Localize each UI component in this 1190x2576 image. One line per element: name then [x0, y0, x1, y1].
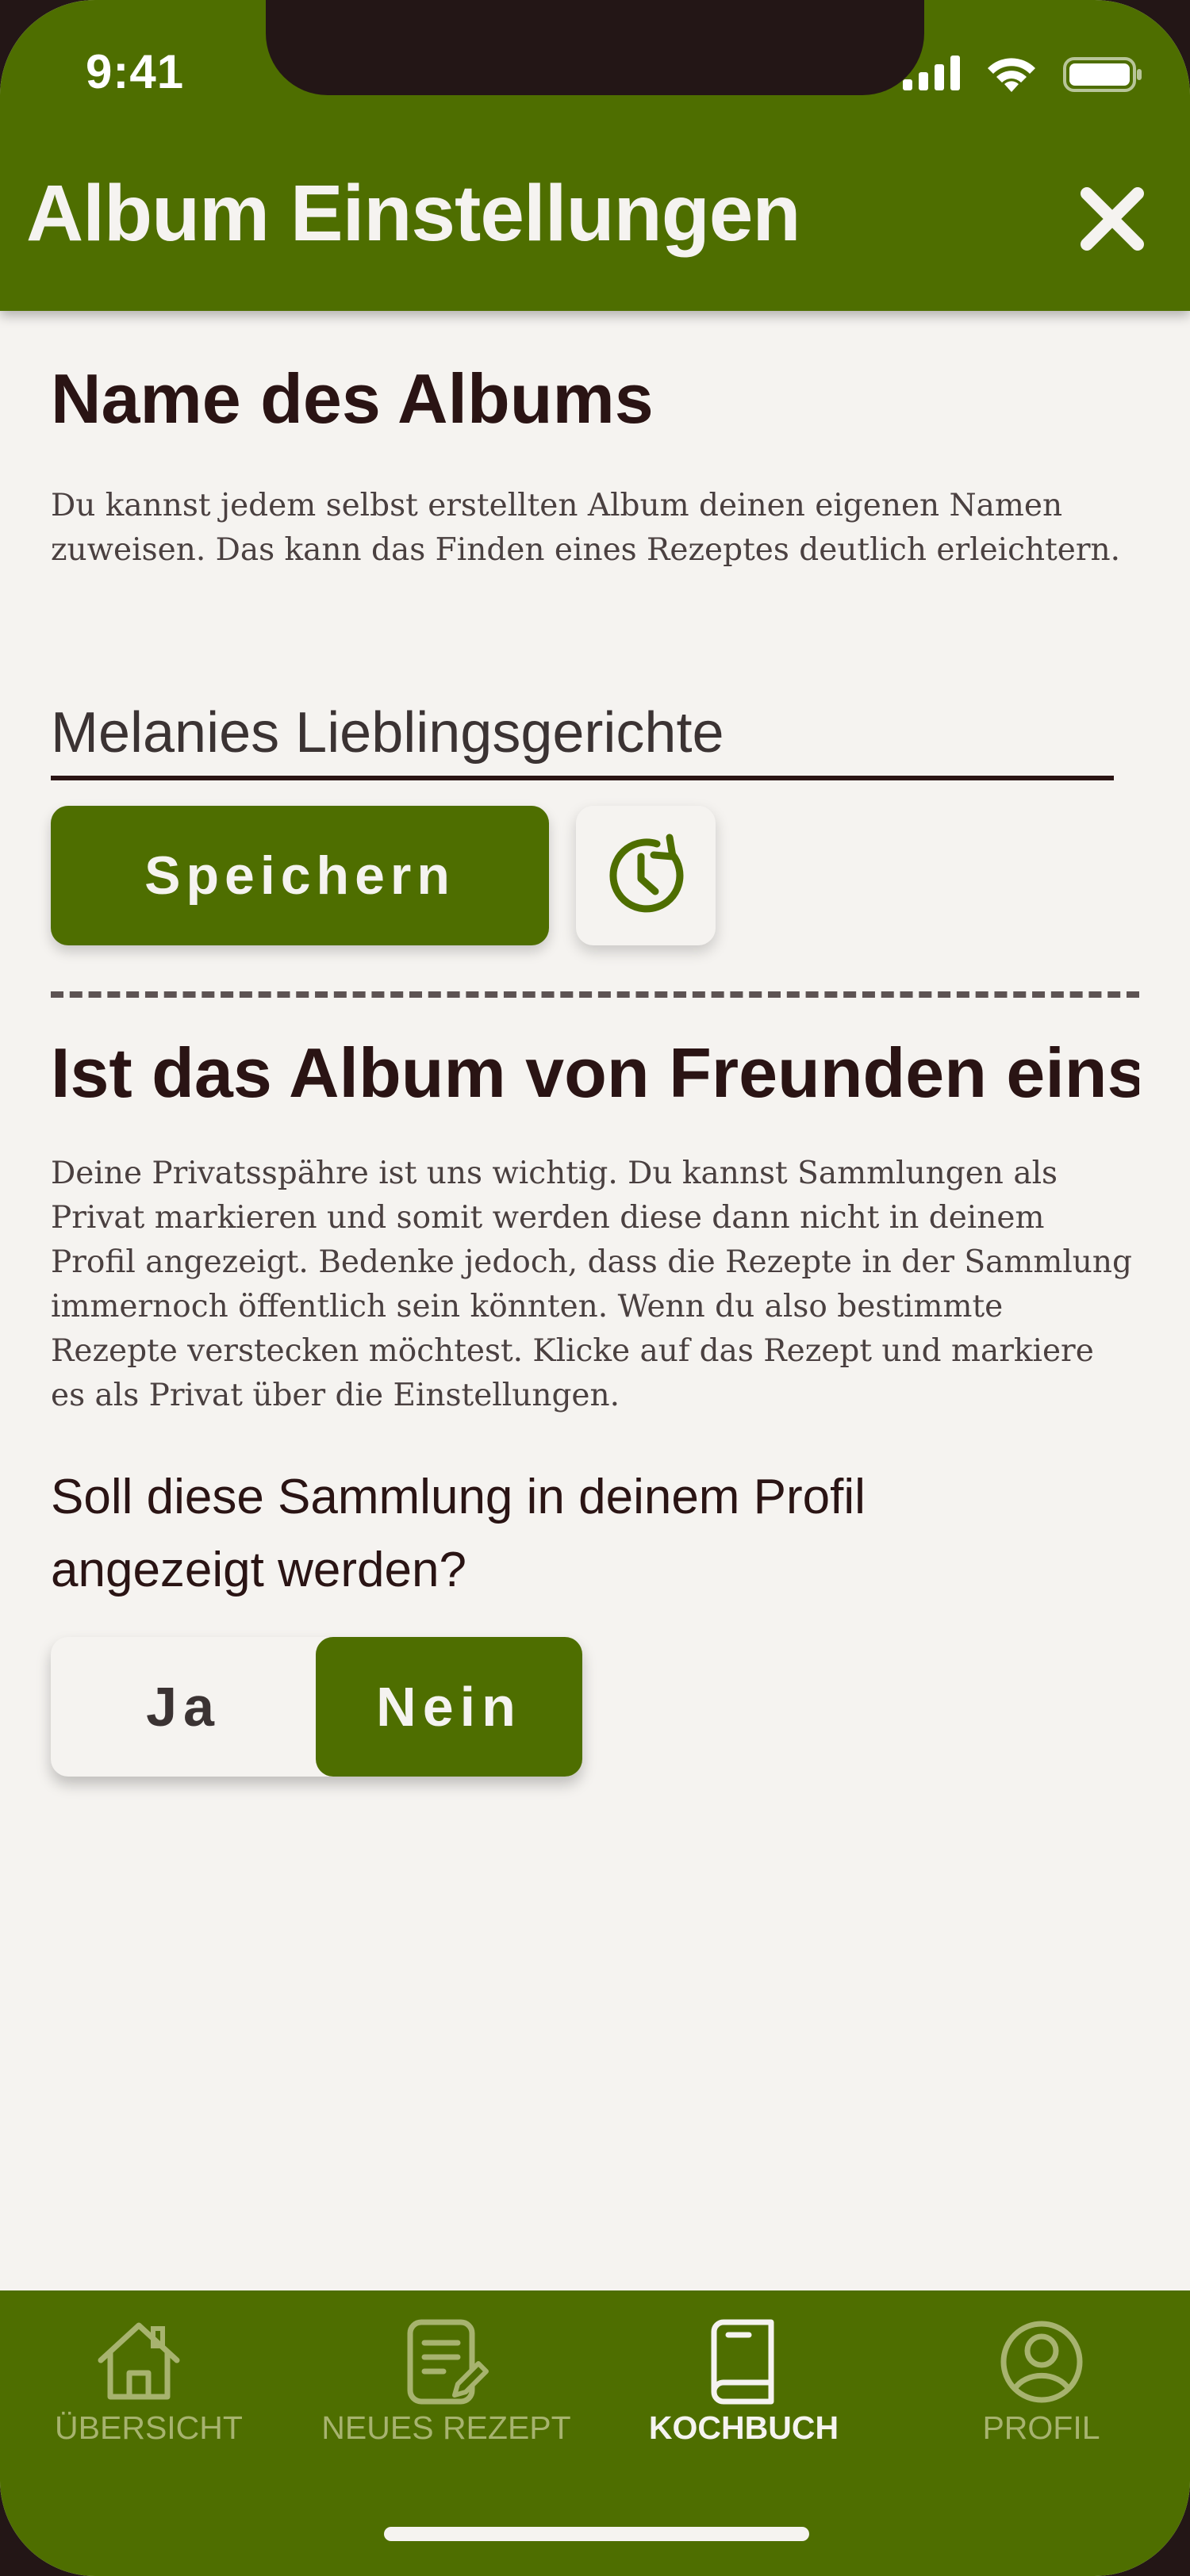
- album-name-input[interactable]: [51, 690, 1114, 776]
- home-indicator: [384, 2527, 809, 2541]
- house-icon: [98, 2322, 180, 2400]
- note-pen-icon: [407, 2319, 489, 2405]
- tab-label: PROFIL: [982, 2409, 1100, 2446]
- close-icon[interactable]: [1073, 179, 1152, 259]
- album-name-heading: Name des Albums: [51, 359, 654, 438]
- battery-icon: [1063, 57, 1142, 92]
- tab-label: NEUES REZEPT: [321, 2409, 571, 2446]
- device-notch: [266, 0, 924, 95]
- user-circle-icon: [1000, 2321, 1083, 2403]
- app-header: 9:41 Album Einstellungen: [0, 0, 1190, 311]
- save-button[interactable]: Speichern: [51, 806, 549, 945]
- app-screen: 9:41 Album Einstellungen Name des Albums…: [0, 0, 1190, 2576]
- reset-name-button[interactable]: [576, 806, 716, 945]
- book-icon: [711, 2319, 774, 2405]
- visibility-description: Deine Privatsspähre ist uns wichtig. Du …: [51, 1156, 1133, 1413]
- bottom-tab-bar: ÜBERSICHT NEUES REZEPT KOCHBUCH PROFIL: [0, 2290, 1190, 2576]
- section-divider: [51, 991, 1139, 998]
- cellular-signal-icon: [903, 56, 960, 90]
- toggle-option-nein[interactable]: Nein: [316, 1637, 582, 1777]
- tab-uebersicht[interactable]: ÜBERSICHT: [0, 2290, 298, 2481]
- album-name-description: Du kannst jedem selbst erstellten Album …: [51, 488, 1121, 568]
- page-title: Album Einstellungen: [26, 169, 800, 258]
- visibility-heading: Ist das Album von Freunden einse: [51, 1033, 1139, 1112]
- toggle-option-ja[interactable]: Ja: [51, 1637, 316, 1777]
- history-reset-icon: [609, 834, 684, 913]
- wifi-icon: [988, 58, 1035, 92]
- tab-label: ÜBERSICHT: [55, 2409, 243, 2446]
- visibility-question: Soll diese Sammlung in deinem Profil ang…: [51, 1470, 866, 1597]
- tab-profil[interactable]: PROFIL: [892, 2290, 1190, 2481]
- visibility-toggle: Ja Nein: [51, 1637, 582, 1777]
- status-time: 9:41: [86, 45, 185, 98]
- tab-neues-rezept[interactable]: NEUES REZEPT: [298, 2290, 595, 2481]
- tab-kochbuch[interactable]: KOCHBUCH: [595, 2290, 892, 2481]
- tab-label: KOCHBUCH: [648, 2409, 839, 2446]
- album-name-field: [51, 690, 1114, 780]
